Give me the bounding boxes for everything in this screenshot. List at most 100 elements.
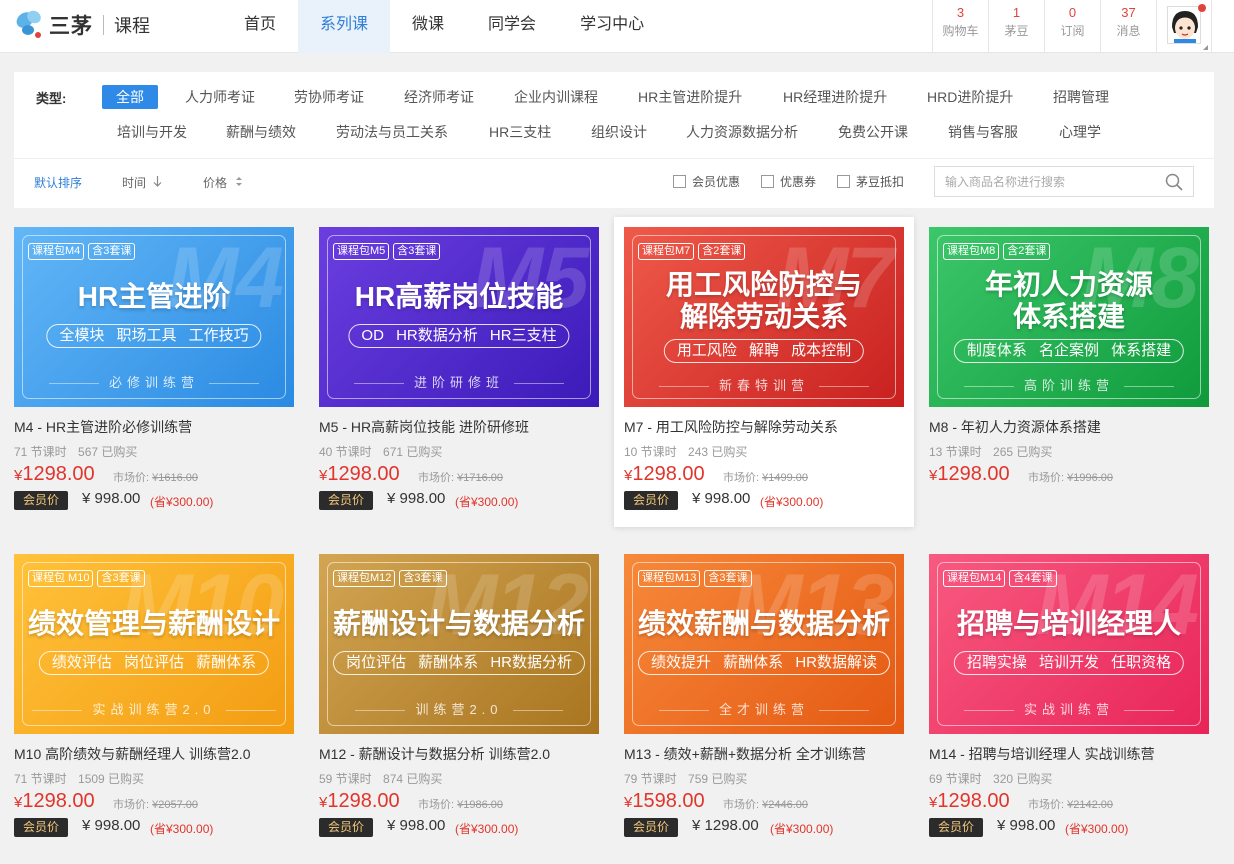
banner-footer: 实战训练营2.0 [14,699,294,718]
market-price-value: ¥1499.00 [762,472,809,484]
course-price: ¥1298.00 [319,790,400,813]
course-card[interactable]: M4 课程包M4 含3套课 HR主管进阶 全模块 职场工具 工作技巧 必修训练营… [14,227,314,537]
tag-hr-manager[interactable]: HR经理进阶提升 [783,85,887,109]
course-card[interactable]: M12 课程包M12 含3套课 薪酬设计与数据分析 岗位评估 薪酬体系 HR数据… [319,554,619,864]
market-price-label: 市场价: [418,799,455,811]
course-title[interactable]: M13 - 绩效+薪酬+数据分析 全才训练营 [624,744,866,764]
subscribe-label: 订阅 [1060,24,1085,38]
subscribe-stat[interactable]: 0 订阅 [1044,0,1100,53]
tag-hr-supervisor[interactable]: HR主管进阶提升 [638,85,742,109]
course-banner[interactable]: M14 课程包M14 含4套课 招聘与培训经理人 招聘实操 培训开发 任职资格 … [929,554,1209,734]
logo-divider [103,15,104,35]
cart-stat[interactable]: 3 购物车 [932,0,988,53]
course-card[interactable]: M10 课程包 M10 含3套课 绩效管理与薪酬设计 绩效评估 岗位评估 薪酬体… [14,554,314,864]
top-header: 三茅 课程 首页 系列课 微课 同学会 学习中心 3 购物车 1 茅豆 0 订阅… [0,0,1234,53]
member-price-tag: 会员价 [319,491,374,510]
banner-footer: 必修训练营 [14,372,294,391]
package-badge: 课程包 M10 [28,570,94,587]
tag-hr-three-pillars[interactable]: HR三支柱 [489,120,551,144]
course-meta: 10 节课时 243 已购买 [624,443,755,460]
banner-keywords: OD HR数据分析 HR三支柱 [348,324,570,348]
member-price-tag: 会员价 [929,818,984,837]
tag-labor-cert[interactable]: 劳协师考证 [294,85,364,109]
market-price-value: ¥2446.00 [762,799,809,811]
tag-corporate[interactable]: 企业内训课程 [514,85,598,109]
tag-sales[interactable]: 销售与客服 [948,120,1018,144]
nav-learning-center[interactable]: 学习中心 [558,0,666,53]
course-meta: 69 节课时 320 已购买 [929,770,1060,787]
user-menu[interactable] [1156,0,1212,53]
bean-deduct-label: 茅豆抵扣 [856,175,905,189]
tag-hr-cert[interactable]: 人力师考证 [185,85,255,109]
nav-series[interactable]: 系列课 [298,0,391,53]
package-badge: 课程包M4 [28,243,85,260]
site-logo[interactable]: 三茅 课程 [14,7,150,43]
tag-hr-data[interactable]: 人力资源数据分析 [686,120,798,144]
message-stat[interactable]: 37 消息 [1100,0,1156,53]
tag-all[interactable]: 全部 [102,85,158,109]
search-input[interactable] [935,167,1155,196]
checkbox-box [761,175,774,188]
tag-econ-cert[interactable]: 经济师考证 [404,85,474,109]
course-card[interactable]: M8 课程包M8 含2套课 年初人力资源 体系搭建 制度体系 名企案例 体系搭建… [929,227,1229,537]
course-banner[interactable]: M10 课程包 M10 含3套课 绩效管理与薪酬设计 绩效评估 岗位评估 薪酬体… [14,554,294,734]
member-price-tag: 会员价 [14,491,69,510]
logo-subtitle: 课程 [114,16,150,36]
tag-training[interactable]: 培训与开发 [117,120,187,144]
course-title[interactable]: M10 高阶绩效与薪酬经理人 训练营2.0 [14,744,250,764]
tag-compensation[interactable]: 薪酬与绩效 [226,120,296,144]
course-card[interactable]: M5 课程包M5 含3套课 HR高薪岗位技能 OD HR数据分析 HR三支柱 进… [319,227,619,537]
sort-time[interactable]: 时间 [122,174,162,191]
course-title[interactable]: M8 - 年初人力资源体系搭建 [929,417,1101,437]
course-title[interactable]: M4 - HR主管进阶必修训练营 [14,417,192,437]
sort-time-label: 时间 [122,176,147,190]
logo-icon [14,8,46,42]
banner-title: 绩效管理与薪酬设计 [27,608,280,639]
lesson-hours: 13 节课时 [929,445,982,459]
course-banner[interactable]: M5 课程包M5 含3套课 HR高薪岗位技能 OD HR数据分析 HR三支柱 进… [319,227,599,407]
checkbox-box [673,175,686,188]
course-title[interactable]: M5 - HR高薪岗位技能 进阶研修班 [319,417,529,437]
beans-stat[interactable]: 1 茅豆 [988,0,1044,53]
banner-footer: 新春特训营 [624,375,904,394]
course-banner[interactable]: M8 课程包M8 含2套课 年初人力资源 体系搭建 制度体系 名企案例 体系搭建… [929,227,1209,407]
bean-deduct-checkbox[interactable]: 茅豆抵扣 [837,173,904,190]
sort-default[interactable]: 默认排序 [34,174,82,191]
course-title[interactable]: M7 - 用工风险防控与解除劳动关系 [624,417,838,437]
tag-recruiting[interactable]: 招聘管理 [1053,85,1109,109]
lesson-count-badge: 含2套课 [698,243,746,260]
nav-home[interactable]: 首页 [222,0,298,53]
course-price: ¥1298.00 [929,463,1010,486]
course-meta: 40 节课时 671 已购买 [319,443,450,460]
market-price: 市场价: ¥2057.00 [113,796,198,812]
tag-labor-law[interactable]: 劳动法与员工关系 [336,120,448,144]
member-price: ¥ 998.00 [387,817,446,834]
tag-hrd[interactable]: HRD进阶提升 [927,85,1013,109]
search-icon[interactable] [1165,173,1183,191]
sort-price[interactable]: 价格 [203,174,243,191]
purchase-count: 243 已购买 [688,445,748,459]
banner-footer: 进阶研修班 [319,372,599,391]
course-banner[interactable]: M13 课程包M13 含3套课 绩效薪酬与数据分析 绩效提升 薪酬体系 HR数据… [624,554,904,734]
member-discount-checkbox[interactable]: 会员优惠 [673,173,740,190]
course-banner[interactable]: M4 课程包M4 含3套课 HR主管进阶 全模块 职场工具 工作技巧 必修训练营 [14,227,294,407]
tag-org-design[interactable]: 组织设计 [591,120,647,144]
course-banner[interactable]: M7 课程包M7 含2套课 用工风险防控与 解除劳动关系 用工风险 解聘 成本控… [624,227,904,407]
course-card[interactable]: M14 课程包M14 含4套课 招聘与培训经理人 招聘实操 培训开发 任职资格 … [929,554,1229,864]
course-meta: 71 节课时 1509 已购买 [14,770,152,787]
lesson-count-badge: 含3套课 [704,570,752,587]
course-card[interactable]: M7 课程包M7 含2套课 用工风险防控与 解除劳动关系 用工风险 解聘 成本控… [614,217,914,527]
course-card[interactable]: M13 课程包M13 含3套课 绩效薪酬与数据分析 绩效提升 薪酬体系 HR数据… [624,554,924,864]
course-title[interactable]: M14 - 招聘与培训经理人 实战训练营 [929,744,1155,764]
lesson-count-badge: 含2套课 [1003,243,1051,260]
main-nav: 首页 系列课 微课 同学会 学习中心 [222,0,666,53]
banner-keywords: 制度体系 名企案例 体系搭建 [953,339,1185,363]
banner-title: 年初人力资源 [984,269,1153,300]
coupon-checkbox[interactable]: 优惠券 [761,173,816,190]
tag-psychology[interactable]: 心理学 [1059,120,1101,144]
nav-alumni[interactable]: 同学会 [466,0,558,53]
course-title[interactable]: M12 - 薪酬设计与数据分析 训练营2.0 [319,744,550,764]
nav-micro-course[interactable]: 微课 [390,0,466,53]
course-banner[interactable]: M12 课程包M12 含3套课 薪酬设计与数据分析 岗位评估 薪酬体系 HR数据… [319,554,599,734]
tag-free[interactable]: 免费公开课 [838,120,908,144]
